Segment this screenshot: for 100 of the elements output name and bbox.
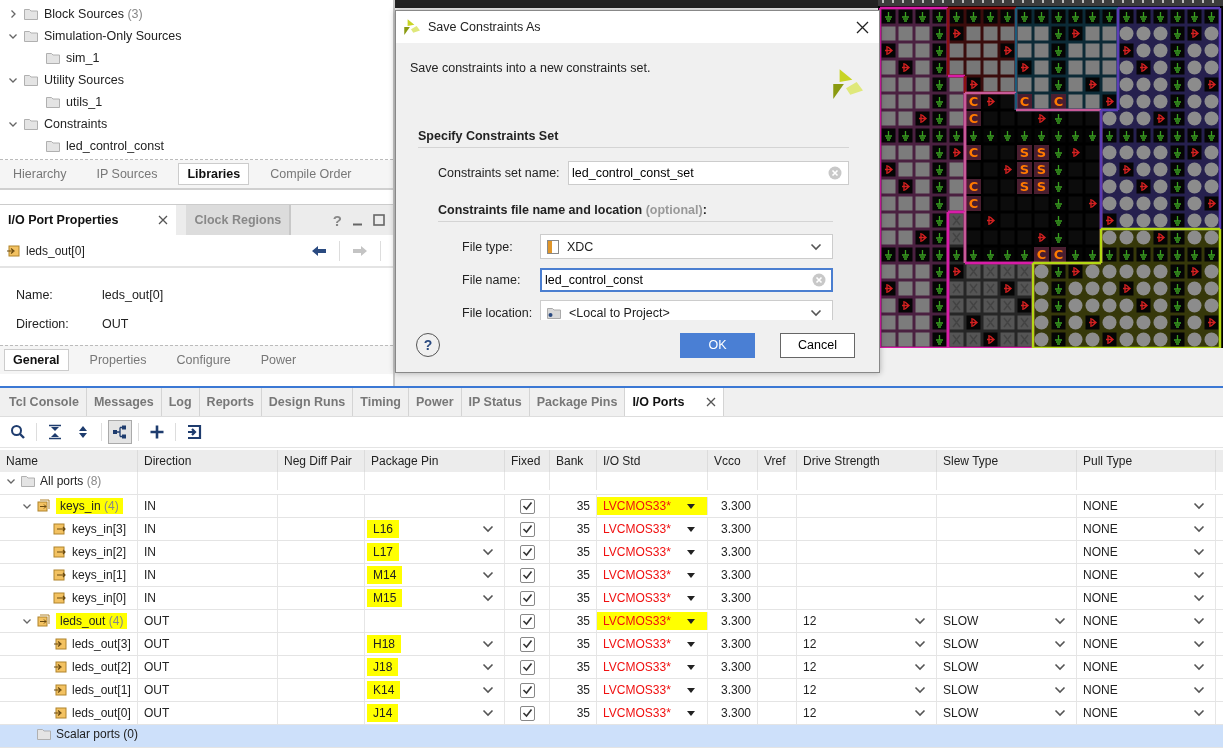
dropdown-caret-icon[interactable] — [687, 549, 695, 555]
table-row[interactable]: leds_out (4) OUT 35 LVCMOS33* 3.300 12 SLOW NONE — [0, 610, 1223, 633]
tab[interactable]: Messages — [86, 388, 162, 416]
table-row[interactable]: leds_out[3] OUT H18 35 LVCMOS33* 3.300 12 SLOW NONE — [0, 633, 1223, 656]
tab-label[interactable]: Timing — [360, 395, 401, 409]
column-header[interactable]: Neg Diff Pair — [278, 450, 365, 472]
chevron-icon[interactable] — [8, 75, 18, 85]
column-header[interactable]: Pull Type — [1077, 450, 1216, 472]
chevron-icon[interactable] — [1193, 617, 1205, 625]
checkbox[interactable] — [519, 590, 535, 606]
dropdown-caret-icon[interactable] — [687, 526, 695, 532]
column-header[interactable]: Direction — [138, 450, 278, 472]
checkbox[interactable] — [519, 636, 535, 652]
table-row[interactable]: leds_out[2] OUT J18 35 LVCMOS33* 3.300 12 SLOW NONE — [0, 656, 1223, 679]
tree-view-button[interactable] — [108, 420, 132, 444]
dropdown-caret-icon[interactable] — [687, 503, 695, 509]
dropdown-caret-icon[interactable] — [687, 572, 695, 578]
tab[interactable]: IP Sources — [87, 163, 167, 185]
tab-label[interactable]: Design Runs — [268, 395, 346, 409]
chevron-icon[interactable] — [1193, 663, 1205, 671]
tab[interactable]: Hierarchy — [4, 163, 76, 185]
chevron-icon[interactable] — [8, 31, 18, 41]
tab-label[interactable]: IP Status — [468, 395, 522, 409]
table-row[interactable]: keys_in[3] IN L16 35 LVCMOS33* 3.300 NONE — [0, 518, 1223, 541]
checkbox[interactable] — [519, 567, 535, 583]
column-header[interactable]: Drive Strength — [797, 450, 937, 472]
tab[interactable]: Compile Order — [261, 163, 361, 185]
tab-label[interactable]: Log — [168, 395, 192, 409]
tab[interactable]: Reports — [199, 388, 262, 416]
chevron-icon[interactable] — [482, 525, 494, 533]
chevron-icon[interactable] — [22, 501, 32, 511]
column-header[interactable]: I/O Std — [597, 450, 708, 472]
chevron-icon[interactable] — [482, 548, 494, 556]
chevron-icon[interactable] — [482, 709, 494, 717]
table-row[interactable]: keys_in (4) IN 35 LVCMOS33* 3.300 NONE — [0, 495, 1223, 518]
tree-item[interactable]: led_control_const — [66, 139, 164, 153]
tab[interactable]: Libraries — [178, 163, 250, 185]
tree-item[interactable]: Block Sources (3) — [44, 7, 143, 21]
checkbox[interactable] — [519, 521, 535, 537]
tree-item[interactable]: utils_1 — [66, 95, 103, 109]
chevron-icon[interactable] — [914, 617, 926, 625]
chevron-icon[interactable] — [1054, 640, 1066, 648]
dropdown-caret-icon[interactable] — [687, 710, 695, 716]
tab[interactable]: I/O Ports — [625, 388, 725, 416]
chevron-icon[interactable] — [914, 686, 926, 694]
chevron-icon[interactable] — [1193, 571, 1205, 579]
chevron-icon[interactable] — [8, 119, 18, 129]
dropdown-caret-icon[interactable] — [687, 687, 695, 693]
chevron-icon[interactable] — [22, 616, 32, 626]
tab[interactable]: General — [4, 349, 69, 371]
table-row[interactable]: keys_in[2] IN L17 35 LVCMOS33* 3.300 NONE — [0, 541, 1223, 564]
tab[interactable]: Properties — [80, 349, 156, 371]
checkbox[interactable] — [519, 613, 535, 629]
chevron-icon[interactable] — [1193, 709, 1205, 717]
checkbox[interactable] — [519, 544, 535, 560]
chevron-icon[interactable] — [1054, 686, 1066, 694]
table-row[interactable]: Scalar ports (0) — [0, 725, 1223, 748]
column-header[interactable]: Vref — [758, 450, 797, 472]
chevron-icon[interactable] — [1054, 663, 1066, 671]
tab[interactable]: Tcl Console — [2, 388, 87, 416]
ok-button[interactable]: OK — [680, 332, 755, 358]
dropdown-caret-icon[interactable] — [687, 618, 695, 624]
chevron-icon[interactable] — [1193, 686, 1205, 694]
tab[interactable]: Log — [161, 388, 200, 416]
chevron-icon[interactable] — [8, 9, 18, 19]
table-row[interactable]: leds_out[1] OUT K14 35 LVCMOS33* 3.300 12 SLOW NONE — [0, 679, 1223, 702]
tree-item[interactable]: Constraints — [44, 117, 108, 131]
chevron-icon[interactable] — [1054, 617, 1066, 625]
chevron-icon[interactable] — [914, 709, 926, 717]
chevron-icon[interactable] — [1054, 709, 1066, 717]
tab-label[interactable]: I/O Port Properties — [8, 213, 119, 227]
chevron-icon[interactable] — [482, 686, 494, 694]
tree-item[interactable]: Utility Sources — [44, 73, 124, 87]
tab[interactable]: I/O Port Properties — [0, 205, 177, 235]
tab[interactable]: Power — [251, 349, 306, 371]
chevron-icon[interactable] — [1193, 640, 1205, 648]
table-row[interactable]: All ports (8) — [0, 472, 1223, 495]
tab[interactable]: Power — [409, 388, 462, 416]
tree-item[interactable]: sim_1 — [66, 51, 100, 65]
chevron-icon[interactable] — [482, 571, 494, 579]
chevron-icon[interactable] — [1193, 594, 1205, 602]
column-header[interactable]: Package Pin — [365, 450, 505, 472]
tab-label[interactable]: I/O Ports — [632, 395, 685, 409]
tab-label[interactable]: Messages — [93, 395, 154, 409]
dropdown-caret-icon[interactable] — [687, 664, 695, 670]
tree-item[interactable]: Simulation-Only Sources — [44, 29, 182, 43]
text-field[interactable]: led_control_const — [540, 267, 833, 292]
chevron-icon[interactable] — [914, 640, 926, 648]
tab-label[interactable]: Tcl Console — [9, 395, 79, 409]
chevron-icon[interactable] — [1193, 548, 1205, 556]
table-row[interactable]: keys_in[0] IN M15 35 LVCMOS33* 3.300 NONE — [0, 587, 1223, 610]
cancel-button[interactable]: Cancel — [780, 332, 855, 358]
tab[interactable]: IP Status — [461, 388, 530, 416]
maximize-icon[interactable] — [373, 214, 385, 226]
column-header[interactable]: Bank — [550, 450, 597, 472]
checkbox[interactable] — [519, 705, 535, 721]
chevron-icon[interactable] — [1193, 502, 1205, 510]
dropdown-caret-icon[interactable] — [687, 595, 695, 601]
checkbox[interactable] — [519, 498, 535, 514]
chevron-icon[interactable] — [914, 663, 926, 671]
